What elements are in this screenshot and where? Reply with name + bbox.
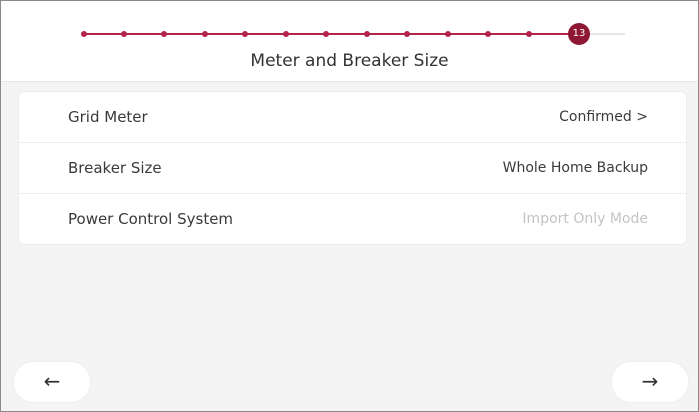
step-dot xyxy=(202,31,208,37)
setting-value: Whole Home Backup xyxy=(502,160,648,176)
setting-label: Power Control System xyxy=(68,210,234,228)
arrow-right-icon: → xyxy=(641,369,659,393)
page-title: Meter and Breaker Size xyxy=(250,51,449,71)
step-dot xyxy=(121,31,127,37)
step-dot xyxy=(404,31,410,37)
step-dot xyxy=(323,31,329,37)
step-dot xyxy=(445,31,451,37)
setting-label: Grid Meter xyxy=(68,108,148,126)
setting-row-breaker-size[interactable]: Breaker Size Whole Home Backup xyxy=(19,143,686,194)
setting-row-power-control-system: Power Control System Import Only Mode xyxy=(19,194,686,244)
step-dot xyxy=(81,31,87,37)
setting-label: Breaker Size xyxy=(68,159,162,177)
next-button[interactable]: → xyxy=(611,361,689,403)
setting-value: Import Only Mode xyxy=(522,211,648,227)
step-dot xyxy=(161,31,167,37)
step-dot xyxy=(485,31,491,37)
back-button[interactable]: ← xyxy=(13,361,91,403)
step-dot xyxy=(364,31,370,37)
settings-card: Grid Meter Confirmed > Breaker Size Whol… xyxy=(18,91,687,245)
step-dot xyxy=(526,31,532,37)
setting-row-grid-meter[interactable]: Grid Meter Confirmed > xyxy=(19,92,686,143)
step-progress: 13 xyxy=(81,23,625,45)
setting-value: Confirmed > xyxy=(559,109,648,125)
arrow-left-icon: ← xyxy=(43,369,61,393)
step-dot xyxy=(242,31,248,37)
header: 13 Meter and Breaker Size xyxy=(1,1,698,82)
current-step-badge: 13 xyxy=(568,23,590,45)
step-dot xyxy=(283,31,289,37)
app-window: 13 Meter and Breaker Size Grid Meter Con… xyxy=(0,0,699,412)
